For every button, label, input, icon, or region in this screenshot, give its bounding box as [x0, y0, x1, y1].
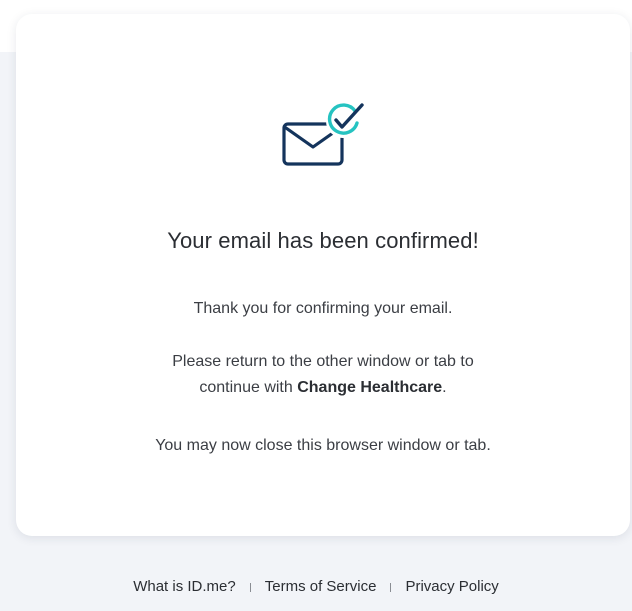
confirmation-card: Your email has been confirmed! Thank you…	[16, 14, 630, 536]
return-instruction: Please return to the other window or tab…	[56, 349, 590, 401]
footer-separator	[249, 582, 251, 592]
confirmation-message: Thank you for confirming your email.	[193, 300, 453, 317]
return-instruction-line2: continue with	[199, 379, 298, 396]
footer-link-what-is-idme[interactable]: What is ID.me?	[133, 578, 236, 595]
footer: What is ID.me? Terms of Service Privacy Po…	[0, 578, 632, 595]
footer-link-terms-of-service[interactable]: Terms of Service	[265, 578, 377, 595]
page-title: Your email has been confirmed!	[167, 228, 479, 253]
email-confirmed-icon	[282, 102, 368, 188]
brand-name: Change Healthcare	[297, 379, 443, 396]
footer-link-privacy-policy[interactable]: Privacy Policy	[405, 578, 498, 595]
return-instruction-period: .	[442, 379, 447, 396]
footer-separator	[390, 582, 392, 592]
close-window-message: You may now close this browser window or…	[155, 437, 491, 454]
return-instruction-line1: Please return to the other window or tab…	[172, 353, 474, 370]
